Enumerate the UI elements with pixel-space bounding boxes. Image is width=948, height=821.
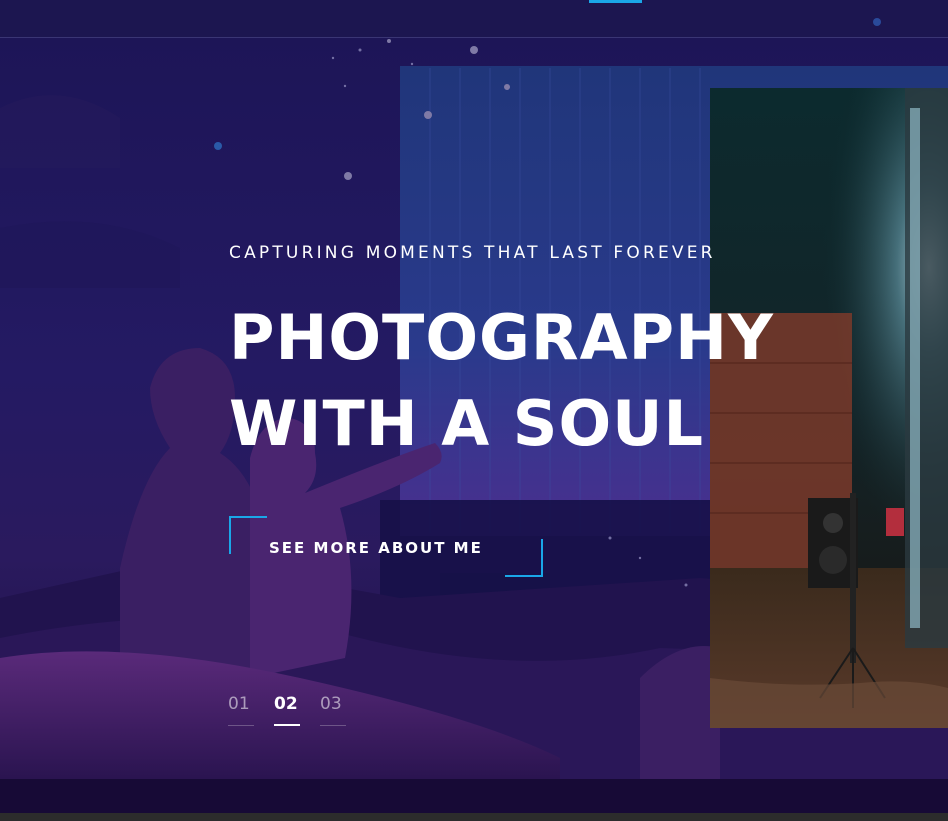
see-more-about-me-button[interactable]: SEE MORE ABOUT ME (229, 516, 543, 577)
hero-headline: PHOTOGRAPHY WITH A SOUL (229, 295, 774, 467)
top-navbar (0, 0, 948, 38)
cta-corner-top-left (229, 516, 267, 554)
window-bottom-edge (0, 813, 948, 821)
pager-item-01[interactable]: 01 (228, 694, 254, 726)
decorative-dot (873, 18, 881, 26)
pager-item-02[interactable]: 02 (274, 694, 300, 726)
pager-item-03[interactable]: 03 (320, 694, 346, 726)
cta-label: SEE MORE ABOUT ME (269, 539, 483, 557)
hero-section: CAPTURING MOMENTS THAT LAST FOREVER PHOT… (0, 38, 948, 779)
hero-headline-line-2: WITH A SOUL (229, 387, 705, 460)
bottom-section (0, 779, 948, 813)
slide-pager: 01 02 03 (228, 694, 346, 726)
cta-corner-bottom-right (505, 539, 543, 577)
active-nav-indicator (589, 0, 642, 3)
hero-eyebrow: CAPTURING MOMENTS THAT LAST FOREVER (229, 243, 716, 263)
hero-headline-line-1: PHOTOGRAPHY (229, 301, 774, 374)
